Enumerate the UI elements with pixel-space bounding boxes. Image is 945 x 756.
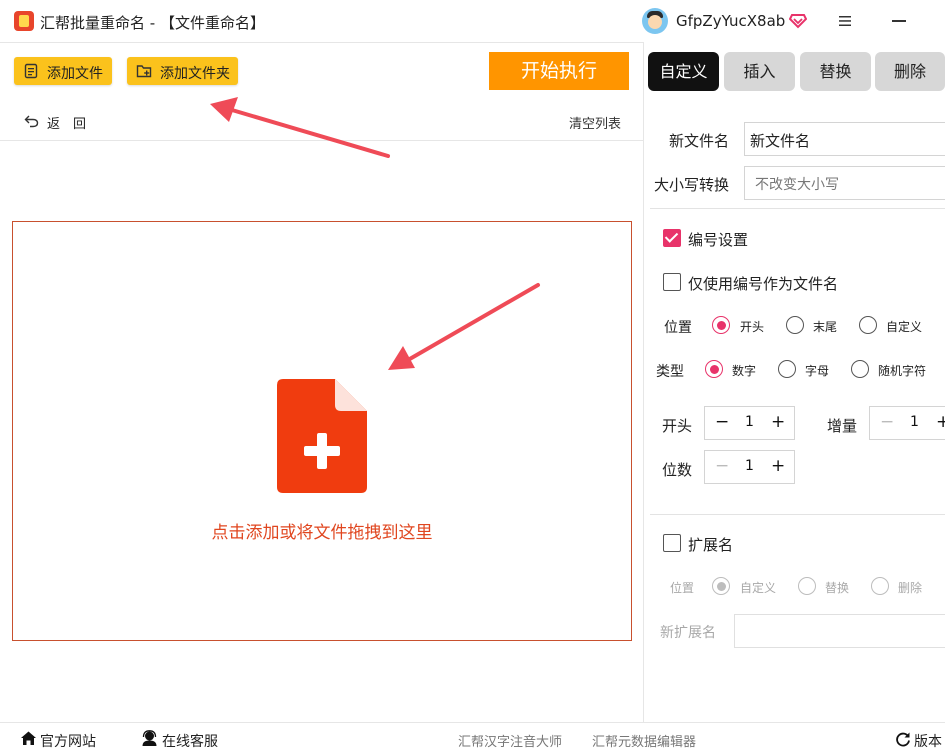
new-name-input[interactable]: 新文件名 bbox=[744, 122, 945, 156]
increment-icon[interactable]: + bbox=[771, 412, 785, 432]
new-ext-label: 新扩展名 bbox=[660, 625, 716, 641]
case-select[interactable]: 不改变大小写 bbox=[744, 166, 945, 200]
online-support-label: 在线客服 bbox=[162, 734, 218, 750]
metadata-editor-link[interactable]: 汇帮元数据编辑器 bbox=[592, 731, 696, 750]
position-option-end: 末尾 bbox=[813, 320, 838, 334]
section-divider bbox=[650, 208, 945, 209]
home-icon bbox=[21, 731, 36, 745]
new-name-value: 新文件名 bbox=[750, 132, 811, 150]
start-number-label: 开头 bbox=[662, 417, 693, 435]
version-label: 版本 bbox=[914, 734, 942, 750]
position-option-start: 开头 bbox=[740, 320, 765, 334]
ext-radio-custom[interactable] bbox=[712, 577, 730, 595]
start-number-value: 1 bbox=[745, 414, 754, 430]
ext-radio-delete[interactable] bbox=[871, 577, 889, 595]
ext-option-delete: 删除 bbox=[898, 581, 923, 595]
new-ext-input[interactable] bbox=[734, 614, 945, 648]
extension-label: 扩展名 bbox=[688, 536, 734, 554]
position-radio-start[interactable] bbox=[712, 316, 730, 334]
decrement-icon[interactable]: − bbox=[715, 456, 729, 476]
increment-icon[interactable]: + bbox=[771, 456, 785, 476]
ext-option-replace: 替换 bbox=[825, 581, 850, 595]
ext-radio-replace[interactable] bbox=[798, 577, 816, 595]
increment-value: 1 bbox=[910, 414, 919, 430]
position-label: 位置 bbox=[664, 320, 692, 336]
tab-replace[interactable]: 替换 bbox=[800, 52, 871, 91]
only-number-checkbox[interactable] bbox=[663, 273, 681, 291]
headset-icon bbox=[142, 730, 157, 746]
only-number-label: 仅使用编号作为文件名 bbox=[688, 275, 839, 293]
arrow-to-add-buttons bbox=[210, 97, 390, 158]
position-radio-end[interactable] bbox=[786, 316, 804, 334]
type-label: 类型 bbox=[656, 364, 684, 380]
arrow-to-drop-icon bbox=[388, 283, 540, 370]
tab-insert[interactable]: 插入 bbox=[724, 52, 795, 91]
position-option-custom: 自定义 bbox=[886, 320, 923, 334]
position-radio-custom[interactable] bbox=[859, 316, 877, 334]
refresh-icon bbox=[896, 732, 910, 747]
pinyin-tool-link[interactable]: 汇帮汉字注音大师 bbox=[458, 731, 562, 750]
digits-stepper[interactable]: − 1 + bbox=[704, 450, 795, 484]
ext-option-custom: 自定义 bbox=[740, 581, 777, 595]
numbering-label: 编号设置 bbox=[688, 231, 749, 249]
type-option-random: 随机字符 bbox=[878, 364, 927, 378]
type-option-number: 数字 bbox=[732, 364, 757, 378]
numbering-checkbox[interactable] bbox=[663, 229, 681, 247]
decrement-icon[interactable]: − bbox=[880, 412, 894, 432]
type-option-letter: 字母 bbox=[805, 364, 830, 378]
new-name-label: 新文件名 bbox=[669, 132, 730, 150]
digits-label: 位数 bbox=[662, 461, 693, 479]
digits-value: 1 bbox=[745, 458, 754, 474]
ext-position-label: 位置 bbox=[670, 581, 695, 595]
section-divider bbox=[650, 514, 945, 515]
case-value: 不改变大小写 bbox=[755, 177, 839, 193]
type-radio-letter[interactable] bbox=[778, 360, 796, 378]
increment-stepper[interactable]: − 1 + bbox=[869, 406, 945, 440]
type-radio-random[interactable] bbox=[851, 360, 869, 378]
decrement-icon[interactable]: − bbox=[715, 412, 729, 432]
increment-label: 增量 bbox=[827, 417, 858, 435]
tab-custom[interactable]: 自定义 bbox=[648, 52, 719, 91]
tab-delete[interactable]: 删除 bbox=[875, 52, 945, 91]
increment-icon[interactable]: + bbox=[936, 412, 945, 432]
start-number-stepper[interactable]: − 1 + bbox=[704, 406, 795, 440]
case-label: 大小写转换 bbox=[654, 176, 730, 194]
type-radio-number[interactable] bbox=[705, 360, 723, 378]
extension-checkbox[interactable] bbox=[663, 534, 681, 552]
official-website-label: 官方网站 bbox=[40, 734, 96, 750]
